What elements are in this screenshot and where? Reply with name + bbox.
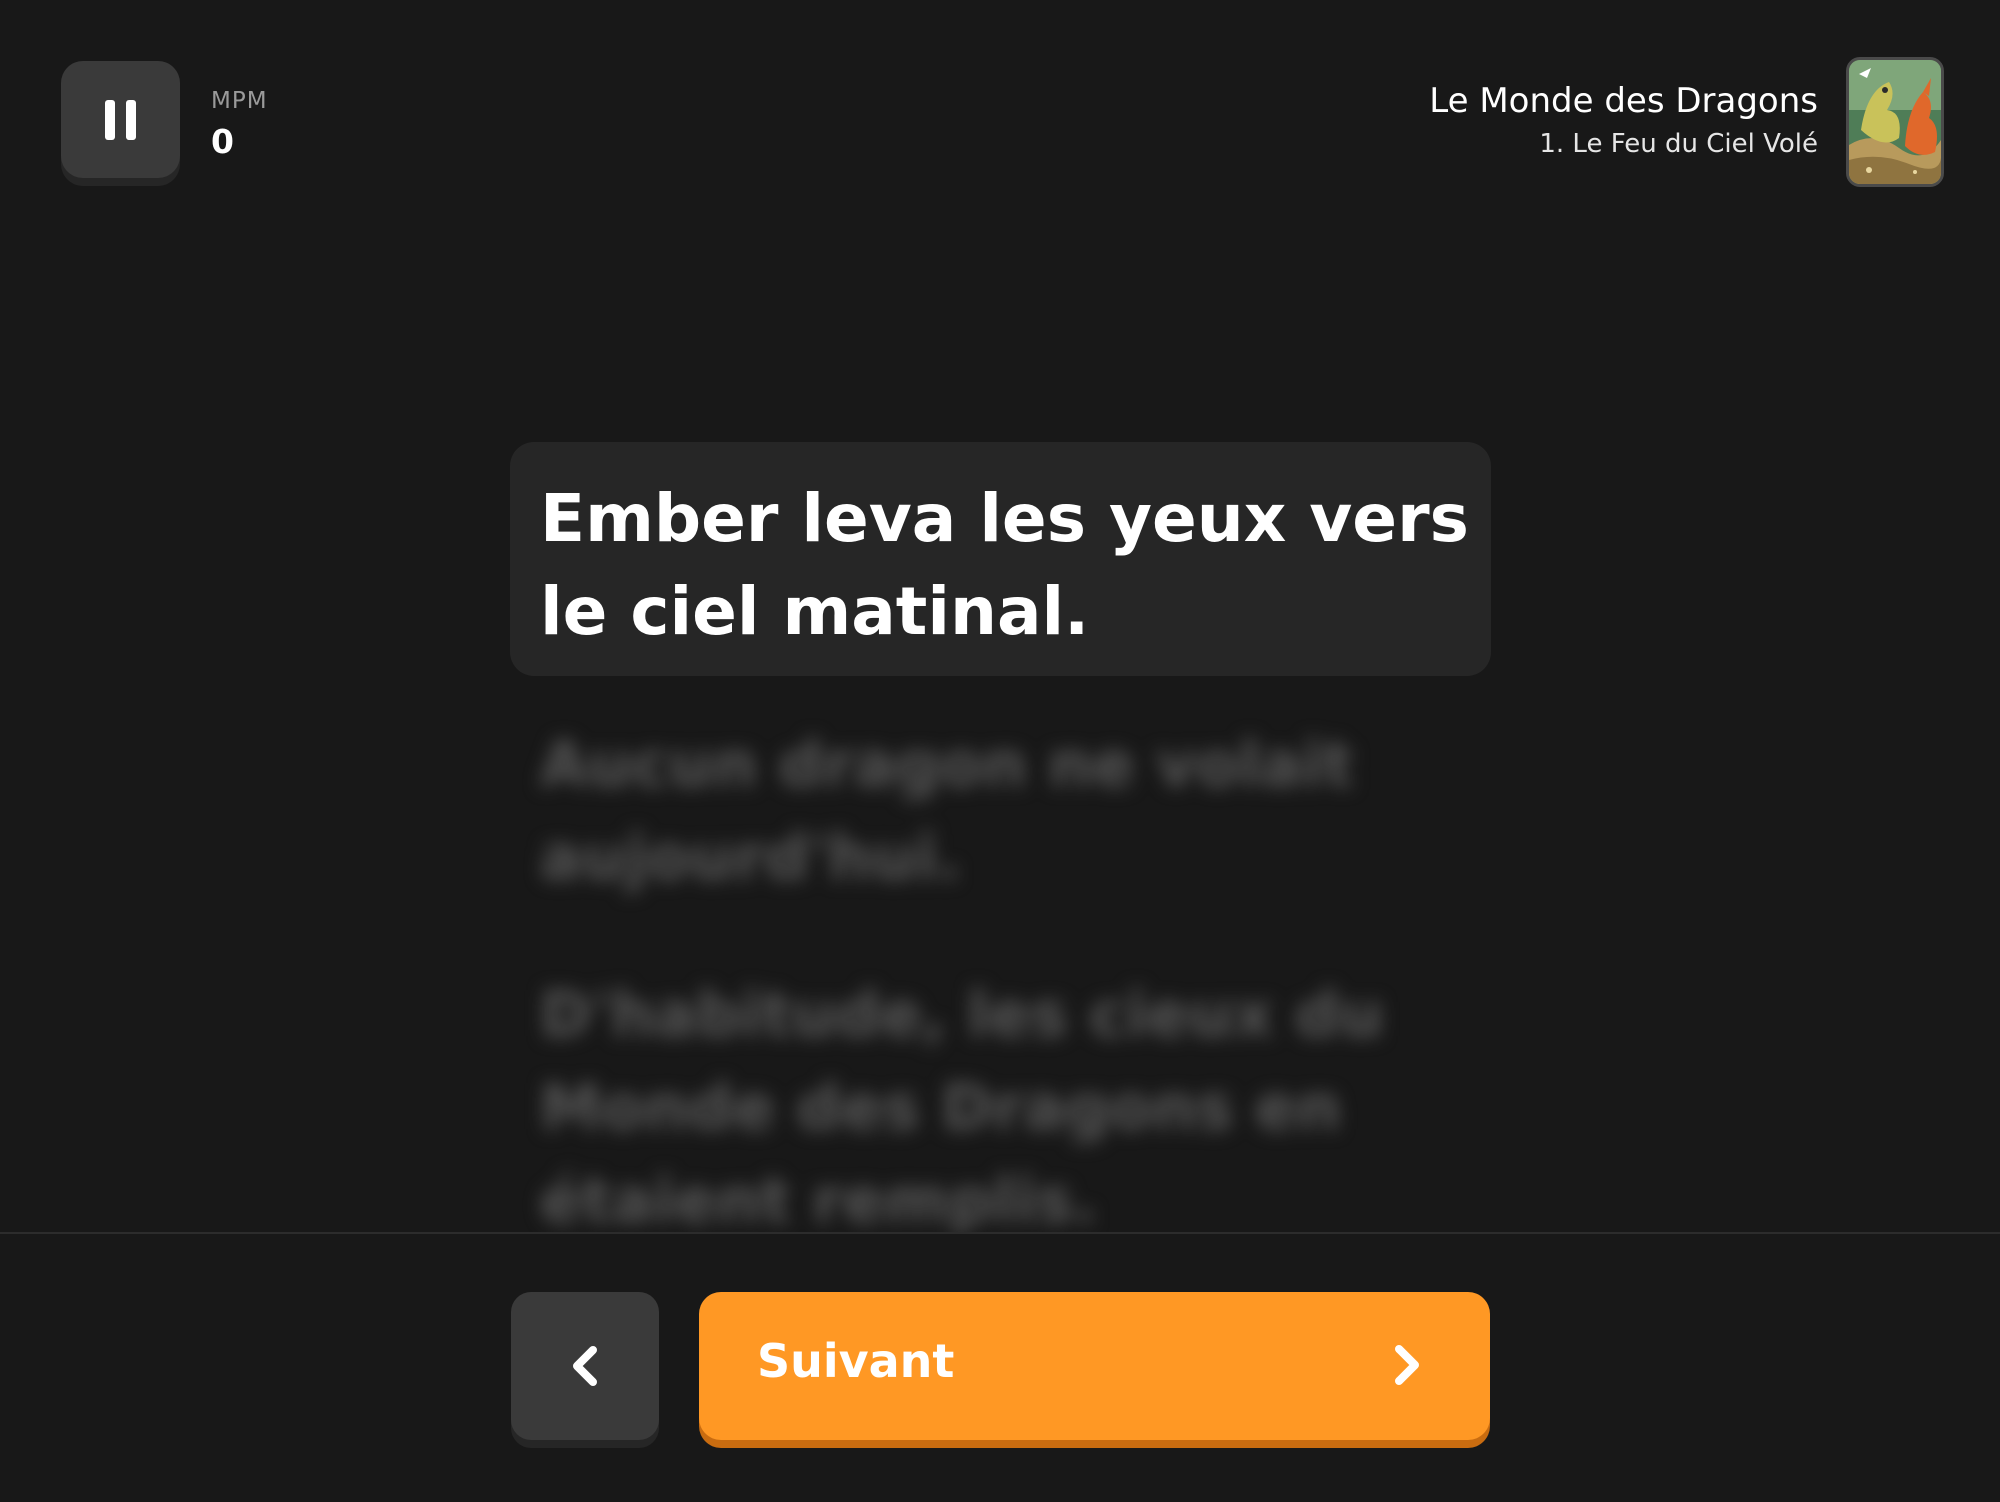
next-button-label: Suivant <box>757 1334 955 1388</box>
pause-button[interactable] <box>61 61 180 178</box>
wpm-label: MPM <box>211 88 268 114</box>
chapter-title: 1. Le Feu du Ciel Volé <box>1539 129 1818 159</box>
chevron-left-icon <box>573 1346 597 1386</box>
previous-button[interactable] <box>511 1292 659 1440</box>
current-sentence: Ember leva les yeux vers le ciel matinal… <box>540 480 1469 650</box>
current-sentence-card: Ember leva les yeux vers le ciel matinal… <box>510 442 1491 676</box>
book-info: Le Monde des Dragons 1. Le Feu du Ciel V… <box>1429 78 1818 164</box>
book-title: Le Monde des Dragons <box>1429 81 1818 121</box>
upcoming-sentence: Aucun dragon ne volait aujourd'hui. <box>540 728 1353 894</box>
upcoming-sentence: D'habitude, les cieux du Monde des Drago… <box>540 978 1384 1237</box>
wpm-value: 0 <box>211 122 234 161</box>
next-button[interactable]: Suivant <box>699 1292 1490 1440</box>
book-cover-image[interactable] <box>1846 57 1944 187</box>
reader-screen: MPM 0 Le Monde des Dragons 1. Le Feu du … <box>0 0 2000 1502</box>
pause-icon <box>105 99 136 140</box>
chevron-right-icon <box>1395 1345 1419 1385</box>
dragon-illustration-icon <box>1849 60 1941 184</box>
